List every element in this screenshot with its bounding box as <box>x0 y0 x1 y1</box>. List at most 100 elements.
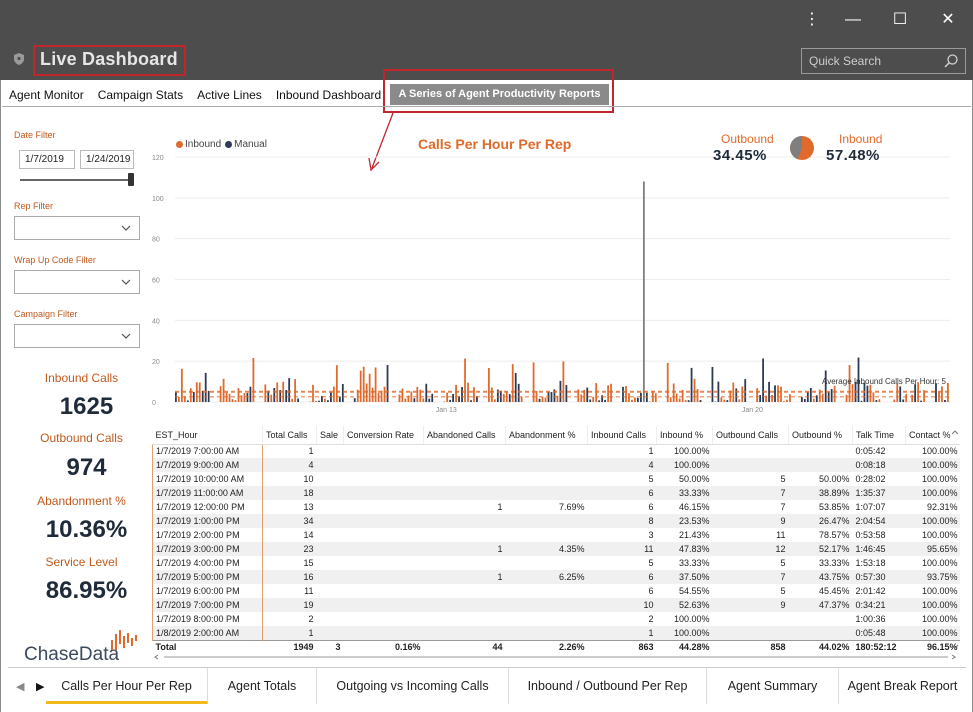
kpi-outbound-calls-label: Outbound Calls <box>40 431 123 445</box>
chart-bar <box>431 393 434 402</box>
date-start-input[interactable]: 1/7/2019 <box>19 150 75 169</box>
table-cell: 23.53% <box>656 514 713 528</box>
chart-bar <box>821 393 824 402</box>
table-total-cell: 180:52:12 <box>852 639 906 654</box>
chart-bar <box>192 392 195 402</box>
chart-bar <box>234 400 237 402</box>
wrap-up-filter-label: Wrap Up Code Filter <box>14 255 96 265</box>
table-row[interactable]: 1/7/2019 7:00:00 AM 1 1 100.00% 0:05:42 100.0… <box>152 444 961 458</box>
table-row[interactable]: 1/8/2019 2:00:00 AM 1 1 100.00% 0:05:48 100.0… <box>152 626 960 640</box>
chevron-down-icon <box>121 333 131 339</box>
table-row[interactable]: 1/7/2019 12:00:00 PM 13 1 7.69% 6 46.15% 7 53.8… <box>152 500 961 514</box>
col-outbound-pct[interactable]: Outbound % <box>788 426 853 445</box>
close-button[interactable]: ✕ <box>928 6 968 34</box>
chart-bar <box>944 400 946 402</box>
col-abandonment-pct[interactable]: Abandonment % <box>505 426 588 445</box>
tab-agent-totals[interactable]: Agent Totals <box>208 668 317 704</box>
col-total-calls[interactable]: Total Calls <box>262 426 317 445</box>
table-cell: 37.50% <box>656 570 713 584</box>
chart-bar <box>324 398 326 402</box>
tab-outgoing-vs-incoming[interactable]: Outgoing vs Incoming Calls <box>317 668 509 704</box>
search-icon[interactable] <box>943 53 959 69</box>
table-cell: 33.33% <box>818 558 850 568</box>
table-row[interactable]: 1/7/2019 5:00:00 PM 16 1 6.25% 6 37.50% 7 43.75… <box>152 570 960 584</box>
table-row[interactable]: 1/7/2019 1:00:00 PM 34 8 23.53% 9 26.47% 2:04:… <box>152 514 960 528</box>
tab-agent-break-report[interactable]: Agent Break Report <box>839 668 966 704</box>
y-tick-label: 80 <box>152 237 160 244</box>
table-cell: 2 <box>648 614 654 624</box>
quick-search-input[interactable]: Quick Search <box>801 48 966 74</box>
table-row[interactable]: 1/7/2019 8:00:00 PM 2 2 100.00% 1:00:36 100.0… <box>152 612 961 626</box>
chart-bar <box>744 379 747 402</box>
table-row[interactable]: 1/7/2019 9:00:00 AM 4 4 100.00% 0:08:18 100.0… <box>152 458 960 472</box>
tab-agent-summary[interactable]: Agent Summary <box>707 668 839 704</box>
chart-bar <box>833 385 836 402</box>
nav-active-lines[interactable]: Active Lines <box>197 88 262 104</box>
chart-bar <box>875 400 878 402</box>
date-slider-handle[interactable] <box>128 173 134 186</box>
minimize-button[interactable]: — <box>833 6 873 34</box>
table-cell: 100.00% <box>673 614 710 624</box>
table-cell <box>712 626 789 640</box>
table-cell <box>506 584 588 598</box>
legend-inbound-swatch <box>176 141 183 148</box>
chart-bar <box>699 400 702 402</box>
chart-bar <box>598 400 601 402</box>
table-cell: 16 <box>262 570 317 584</box>
table-cell: 52.63% <box>656 598 713 612</box>
col-conversion-rate[interactable]: Conversion Rate <box>343 426 424 445</box>
table-cell: 46.15% <box>678 502 710 512</box>
chart-bar <box>899 386 902 402</box>
table-row[interactable]: 1/7/2019 11:00:00 AM 18 6 33.33% 7 38.89% 1:35… <box>152 486 960 500</box>
table-cell: 78.57% <box>818 530 850 540</box>
tab-calls-per-hour-per-rep[interactable]: Calls Per Hour Per Rep <box>46 668 208 704</box>
nav-divider <box>2 106 971 107</box>
maximize-button[interactable]: ☐ <box>880 6 920 34</box>
table-cell: 26.47% <box>788 514 853 528</box>
inbound-pie-label: Inbound <box>839 132 883 146</box>
nav-agent-monitor[interactable]: Agent Monitor <box>9 88 84 104</box>
table-row[interactable]: 1/7/2019 6:00:00 PM 11 6 54.55% 5 45.45% 2:01:… <box>152 584 961 598</box>
col-sale[interactable]: Sale <box>316 426 344 445</box>
table-cell: 5 <box>648 474 654 484</box>
col-abandoned-calls[interactable]: Abandoned Calls <box>423 426 506 445</box>
nav-campaign-stats[interactable]: Campaign Stats <box>98 88 183 104</box>
table-vertical-scrollbar[interactable] <box>951 428 959 652</box>
table-cell: 5 <box>780 558 786 568</box>
wrap-up-filter-dropdown[interactable] <box>14 270 140 294</box>
chart-bar <box>562 361 565 402</box>
col-inbound-pct[interactable]: Inbound % <box>656 426 713 445</box>
nav-inbound-dashboard[interactable]: Inbound Dashboard <box>276 88 381 104</box>
tab-inbound-outbound-per-rep[interactable]: Inbound / Outbound Per Rep <box>509 668 707 704</box>
table-row[interactable]: 1/7/2019 2:00:00 PM 14 3 21.43% 11 78.57% 0:53… <box>152 528 961 542</box>
table-cell: 33.33% <box>656 486 713 500</box>
table-cell <box>423 486 506 500</box>
table-cell: 5 <box>648 558 654 568</box>
tab-scroll-right-icon[interactable]: ▶ <box>36 680 44 693</box>
date-end-input[interactable]: 1/24/2019 <box>80 150 134 169</box>
table-cell: 2 <box>308 614 314 624</box>
col-talk-time[interactable]: Talk Time <box>852 426 906 445</box>
table-horizontal-scrollbar[interactable] <box>152 653 960 661</box>
chart-bar <box>893 399 896 402</box>
chart-bar <box>401 388 404 402</box>
col-inbound-calls[interactable]: Inbound Calls <box>587 426 657 445</box>
table-cell: 15 <box>303 558 314 568</box>
col-outbound-calls[interactable]: Outbound Calls <box>712 426 789 445</box>
table-row[interactable]: 1/7/2019 4:00:00 PM 15 5 33.33% 5 33.33% 1:53:… <box>152 556 961 570</box>
table-row[interactable]: 1/7/2019 7:00:00 PM 19 10 52.63% 9 47.37% 0:34… <box>152 598 960 612</box>
col-est-hour[interactable]: EST_Hour <box>152 426 263 445</box>
date-slider-track[interactable] <box>20 179 132 181</box>
table-cell: 7 <box>780 502 786 512</box>
chart-bar <box>291 398 294 402</box>
chart-bar <box>774 385 776 402</box>
rep-filter-dropdown[interactable] <box>14 216 140 240</box>
campaign-filter-dropdown[interactable] <box>14 324 140 348</box>
shield-icon <box>14 53 24 65</box>
table-row[interactable]: 1/7/2019 10:00:00 AM 10 5 50.00% 5 50.00% 0:28… <box>152 472 961 486</box>
more-options-icon[interactable]: ⋮ <box>792 6 832 34</box>
table-row[interactable]: 1/7/2019 3:00:00 PM 23 1 4.35% 11 47.83% 12 52.… <box>152 542 960 556</box>
chart-bar <box>312 384 314 402</box>
tab-scroll-left-icon[interactable]: ◀ <box>16 680 24 693</box>
chart-bar <box>687 400 690 402</box>
